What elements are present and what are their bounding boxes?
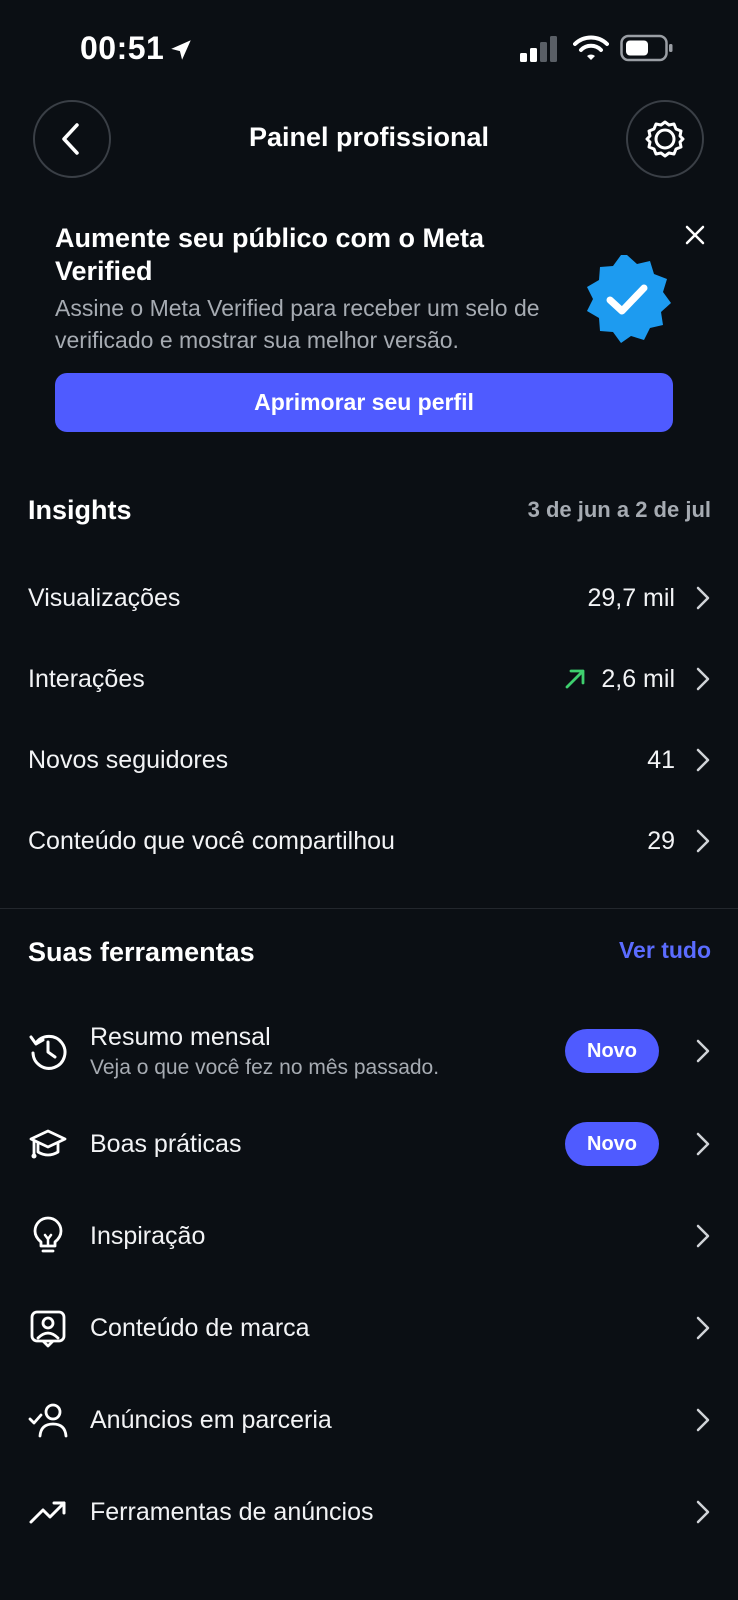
tool-text: Ferramentas de anúncios bbox=[90, 1498, 695, 1527]
tool-text: Boas práticas bbox=[90, 1130, 565, 1159]
tool-item-best-practices[interactable]: Boas práticas Novo bbox=[28, 1109, 711, 1179]
metric-value: 41 bbox=[647, 745, 675, 774]
battery-icon bbox=[620, 34, 673, 62]
partnership-icon bbox=[28, 1403, 68, 1438]
tool-text: Resumo mensal Veja o que você fez no mês… bbox=[90, 1023, 565, 1080]
branded-content-icon bbox=[30, 1310, 66, 1348]
section-divider bbox=[0, 908, 738, 909]
metric-value: 29 bbox=[647, 826, 675, 855]
cellular-signal-icon bbox=[520, 36, 557, 62]
location-arrow-icon bbox=[171, 40, 191, 60]
banner-description: Assine o Meta Verified para receber um s… bbox=[55, 295, 540, 353]
status-bar: 00:51 bbox=[0, 0, 738, 96]
tool-label: Conteúdo de marca bbox=[90, 1313, 310, 1342]
chevron-right-icon bbox=[696, 1408, 710, 1432]
trending-up-icon bbox=[29, 1501, 66, 1524]
new-badge: Novo bbox=[565, 1029, 659, 1073]
tools-header: Suas ferramentas Ver tudo bbox=[28, 937, 711, 977]
insights-header: Insights 3 de jun a 2 de jul bbox=[28, 495, 711, 535]
tool-label: Boas práticas bbox=[90, 1129, 242, 1158]
chevron-right-icon bbox=[696, 1039, 710, 1063]
chevron-right-icon bbox=[696, 667, 710, 691]
metric-value: 2,6 mil bbox=[601, 664, 675, 693]
metric-value: 29,7 mil bbox=[587, 583, 675, 612]
tool-subtitle: Veja o que você fez no mês passado. bbox=[90, 1055, 440, 1079]
close-icon[interactable] bbox=[682, 222, 708, 248]
status-time: 00:51 bbox=[80, 30, 165, 66]
insights-row-interactions[interactable]: Interações 2,6 mil bbox=[28, 649, 711, 709]
chevron-right-icon bbox=[696, 748, 710, 772]
tool-item-partnership-ads[interactable]: Anúncios em parceria bbox=[28, 1385, 711, 1455]
tool-label: Inspiração bbox=[90, 1221, 206, 1250]
insights-row-views[interactable]: Visualizações 29,7 mil bbox=[28, 568, 711, 628]
chevron-right-icon bbox=[696, 1132, 710, 1156]
tool-item-ad-tools[interactable]: Ferramentas de anúncios bbox=[28, 1477, 711, 1547]
chevron-right-icon bbox=[696, 586, 710, 610]
tool-item-inspiration[interactable]: Inspiração bbox=[28, 1201, 711, 1271]
verified-badge-icon bbox=[587, 255, 671, 343]
tool-label: Anúncios em parceria bbox=[90, 1405, 332, 1434]
insights-date-range[interactable]: 3 de jun a 2 de jul bbox=[528, 497, 711, 523]
tool-text: Inspiração bbox=[90, 1222, 695, 1251]
insights-row-new-followers[interactable]: Novos seguidores 41 bbox=[28, 730, 711, 790]
metric-label: Conteúdo que você compartilhou bbox=[28, 826, 395, 855]
chevron-right-icon bbox=[696, 1500, 710, 1524]
insights-title: Insights bbox=[28, 495, 132, 525]
chevron-right-icon bbox=[696, 1224, 710, 1248]
lightbulb-icon bbox=[33, 1216, 63, 1253]
history-icon bbox=[29, 1034, 67, 1070]
wifi-icon bbox=[573, 35, 609, 60]
improve-profile-button[interactable]: Aprimorar seu perfil bbox=[55, 373, 673, 432]
tool-label: Resumo mensal bbox=[90, 1022, 271, 1051]
trend-up-arrow-icon bbox=[565, 669, 585, 689]
tool-item-monthly-summary[interactable]: Resumo mensal Veja o que você fez no mês… bbox=[28, 1011, 711, 1091]
metric-label: Visualizações bbox=[28, 583, 181, 612]
metric-label: Novos seguidores bbox=[28, 745, 229, 774]
tool-text: Conteúdo de marca bbox=[90, 1314, 695, 1343]
tools-title: Suas ferramentas bbox=[28, 937, 255, 967]
banner-title: Aumente seu público com o Meta Verified bbox=[55, 223, 485, 286]
top-navigation: Painel profissional bbox=[0, 100, 738, 180]
metric-label: Interações bbox=[28, 664, 145, 693]
tool-text: Anúncios em parceria bbox=[90, 1406, 695, 1435]
new-badge: Novo bbox=[565, 1122, 659, 1166]
professional-dashboard-screen: 00:51 Painel profissional Aumente seu pú… bbox=[0, 0, 738, 1600]
graduation-cap-icon bbox=[29, 1129, 67, 1159]
gear-icon bbox=[645, 120, 685, 158]
chevron-right-icon bbox=[696, 829, 710, 853]
see-all-link[interactable]: Ver tudo bbox=[619, 937, 711, 964]
chevron-right-icon bbox=[696, 1316, 710, 1340]
settings-button[interactable] bbox=[626, 100, 704, 178]
tool-label: Ferramentas de anúncios bbox=[90, 1497, 374, 1526]
tool-item-branded-content[interactable]: Conteúdo de marca bbox=[28, 1293, 711, 1363]
meta-verified-banner: Aumente seu público com o Meta Verified … bbox=[0, 210, 738, 450]
insights-row-content-shared[interactable]: Conteúdo que você compartilhou 29 bbox=[28, 811, 711, 871]
